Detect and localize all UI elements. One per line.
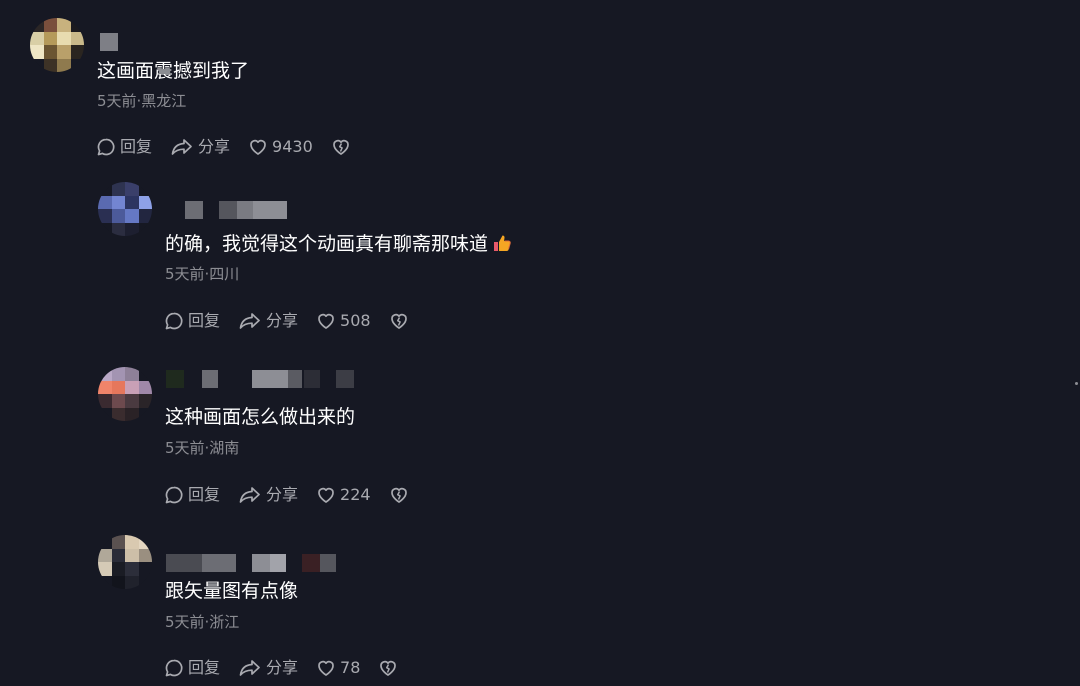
comment-meta: 5天前·四川 [165, 265, 240, 283]
reply-button[interactable]: 回复 [164, 310, 220, 332]
like-button[interactable]: 78 [316, 657, 360, 679]
comment-bubble-icon [165, 659, 183, 677]
like-count: 224 [340, 485, 371, 504]
share-arrow-icon [171, 139, 192, 155]
dislike-button[interactable] [331, 137, 355, 157]
broken-heart-icon [390, 313, 407, 329]
comment-text: 这种画面怎么做出来的 [165, 406, 356, 428]
broken-heart-icon [390, 487, 407, 503]
avatar[interactable] [98, 367, 152, 421]
comment-actions: 回复 分享 508 [164, 310, 431, 332]
heart-icon [318, 313, 334, 329]
share-arrow-icon [239, 313, 260, 329]
broken-heart-icon [380, 660, 397, 676]
thumbs-up-icon [494, 235, 511, 251]
share-arrow-icon [239, 660, 260, 676]
heart-icon [318, 660, 334, 676]
reply-button[interactable]: 回复 [164, 484, 220, 506]
share-button[interactable]: 分享 [238, 484, 298, 506]
heart-icon [318, 487, 334, 503]
avatar[interactable] [30, 18, 84, 72]
reply-label: 回复 [188, 311, 221, 330]
comment-meta: 5天前·黑龙江 [97, 92, 187, 110]
share-label: 分享 [266, 658, 299, 677]
username-obscured[interactable] [185, 201, 295, 219]
reply-button[interactable]: 回复 [96, 136, 152, 158]
share-button[interactable]: 分享 [238, 310, 298, 332]
comment-text: 这画面震撼到我了 [97, 60, 250, 82]
comment-bubble-icon [165, 486, 183, 504]
comment-meta: 5天前·浙江 [165, 613, 240, 631]
avatar[interactable] [98, 535, 152, 589]
comment-bubble-icon [165, 312, 183, 330]
like-count: 508 [340, 311, 371, 330]
heart-icon [250, 139, 266, 155]
broken-heart-icon [332, 139, 349, 155]
username-obscured[interactable] [166, 554, 341, 572]
dislike-button[interactable] [389, 311, 413, 331]
share-label: 分享 [266, 311, 299, 330]
share-arrow-icon [239, 487, 260, 503]
reply-label: 回复 [188, 485, 221, 504]
comment-actions: 回复 分享 224 [164, 484, 431, 506]
share-label: 分享 [266, 485, 299, 504]
comment-actions: 回复 分享 9430 [96, 136, 373, 158]
like-button[interactable]: 9430 [248, 136, 313, 158]
dislike-button[interactable] [378, 658, 402, 678]
scrollbar-indicator[interactable] [1075, 382, 1078, 385]
share-button[interactable]: 分享 [238, 657, 298, 679]
reply-label: 回复 [120, 137, 153, 156]
comment-text-content: 的确，我觉得这个动画真有聊斋那味道 [165, 233, 489, 255]
username-obscured[interactable] [100, 33, 120, 51]
like-button[interactable]: 508 [316, 310, 371, 332]
comment-bubble-icon [97, 138, 115, 156]
like-count: 9430 [272, 137, 313, 156]
reply-label: 回复 [188, 658, 221, 677]
like-count: 78 [340, 658, 361, 677]
dislike-button[interactable] [389, 485, 413, 505]
comment-text: 跟矢量图有点像 [165, 580, 299, 602]
comment-meta: 5天前·湖南 [165, 439, 240, 457]
share-label: 分享 [198, 137, 231, 156]
username-obscured[interactable] [166, 370, 356, 388]
like-button[interactable]: 224 [316, 484, 371, 506]
share-button[interactable]: 分享 [170, 136, 230, 158]
reply-button[interactable]: 回复 [164, 657, 220, 679]
avatar[interactable] [98, 182, 152, 236]
comment-actions: 回复 分享 78 [164, 657, 420, 679]
comment-text: 的确，我觉得这个动画真有聊斋那味道 [165, 232, 512, 256]
